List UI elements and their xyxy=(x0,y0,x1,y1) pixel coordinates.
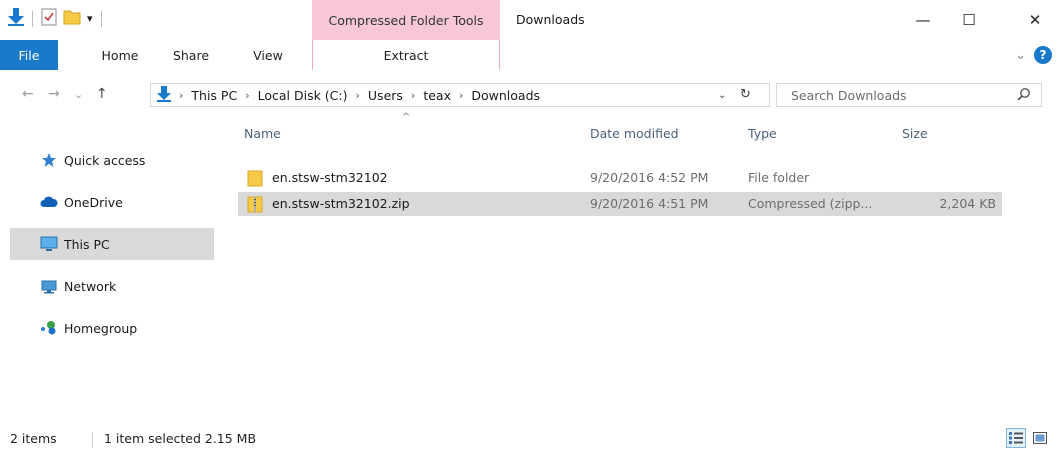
file-name: en.stsw-stm32102.zip xyxy=(272,196,410,211)
nav-item-onedrive[interactable]: OneDrive xyxy=(0,186,214,218)
quick-access-toolbar: ▾ xyxy=(8,8,104,29)
back-button[interactable]: ← xyxy=(22,86,34,102)
breadcrumb-this-pc[interactable]: This PC xyxy=(191,88,237,103)
help-icon[interactable]: ? xyxy=(1034,46,1052,64)
nav-item-label: Quick access xyxy=(64,152,146,168)
column-header-type[interactable]: Type xyxy=(748,126,777,141)
window-title: Downloads xyxy=(516,12,585,27)
qat-dropdown-icon[interactable]: ▾ xyxy=(87,12,93,25)
column-header-date-modified[interactable]: Date modified xyxy=(590,126,679,141)
star-icon xyxy=(40,152,58,168)
up-button[interactable]: ↑ xyxy=(96,86,108,102)
nav-item-label: Network xyxy=(64,278,117,294)
breadcrumb-separator[interactable]: › xyxy=(411,89,415,102)
expand-ribbon-icon[interactable]: ⌄ xyxy=(1015,48,1026,63)
context-tools-label: Compressed Folder Tools xyxy=(312,0,500,40)
properties-icon[interactable] xyxy=(41,8,57,29)
qat-separator xyxy=(100,10,102,27)
download-arrow-icon[interactable] xyxy=(8,8,24,29)
table-row[interactable]: en.stsw-stm32102 9/20/2016 4:52 PM File … xyxy=(238,166,1002,190)
minimize-button[interactable]: — xyxy=(900,0,946,40)
nav-item-this-pc[interactable]: This PC xyxy=(10,228,214,260)
navigation-pane: Quick access OneDrive This PC Network Ho… xyxy=(0,112,220,418)
column-header-size[interactable]: Size xyxy=(902,126,928,141)
breadcrumb-local-disk[interactable]: Local Disk (C:) xyxy=(258,88,348,103)
tab-extract[interactable]: Extract xyxy=(312,40,500,70)
forward-button[interactable]: → xyxy=(48,86,60,102)
file-size: 2,204 KB xyxy=(939,196,996,211)
breadcrumb-users[interactable]: Users xyxy=(368,88,403,103)
nav-item-network[interactable]: Network xyxy=(0,270,214,302)
table-row[interactable]: en.stsw-stm32102.zip 9/20/2016 4:51 PM C… xyxy=(238,192,1002,216)
nav-item-label: This PC xyxy=(64,236,110,252)
large-icons-view-icon[interactable] xyxy=(1030,428,1050,448)
monitor-icon xyxy=(40,236,58,252)
tab-share[interactable]: Share xyxy=(166,40,216,70)
nav-item-quick-access[interactable]: Quick access xyxy=(0,144,214,176)
column-header-name[interactable]: Name xyxy=(244,126,281,141)
homegroup-icon xyxy=(40,320,58,336)
tab-file[interactable]: File xyxy=(0,40,58,70)
refresh-button[interactable]: ↻ xyxy=(740,87,751,102)
address-dropdown-icon[interactable]: ⌄ xyxy=(718,90,726,101)
address-bar[interactable]: › This PC › Local Disk (C:) › Users › te… xyxy=(150,83,770,107)
nav-item-label: OneDrive xyxy=(64,194,123,210)
item-count: 2 items xyxy=(10,431,57,446)
title-bar: ▾ Compressed Folder Tools Downloads — ☐ … xyxy=(0,0,1058,40)
recent-locations-icon[interactable]: ⌄ xyxy=(74,88,83,101)
ribbon-controls: ⌄ ? xyxy=(1015,46,1052,64)
status-separator xyxy=(92,432,93,448)
sort-ascending-icon: ^ xyxy=(402,112,411,123)
search-box[interactable]: Search Downloads xyxy=(776,83,1042,107)
tab-home[interactable]: Home xyxy=(90,40,150,70)
folder-icon xyxy=(246,169,264,187)
details-view-icon[interactable] xyxy=(1006,428,1026,448)
file-type: File folder xyxy=(748,170,810,185)
breadcrumb-separator: › xyxy=(179,88,184,102)
downloads-location-icon xyxy=(157,85,171,105)
nav-item-label: Homegroup xyxy=(64,320,138,336)
search-icon[interactable] xyxy=(1017,87,1031,104)
nav-item-homegroup[interactable]: Homegroup xyxy=(0,312,214,344)
breadcrumb-separator[interactable]: › xyxy=(245,89,249,102)
file-list: ^ Name Date modified Type Size en.stsw-s… xyxy=(238,112,1040,412)
breadcrumb-separator[interactable]: › xyxy=(459,89,463,102)
new-folder-icon[interactable] xyxy=(63,9,81,28)
file-name: en.stsw-stm32102 xyxy=(272,170,388,185)
file-date: 9/20/2016 4:52 PM xyxy=(590,170,709,185)
maximize-button[interactable]: ☐ xyxy=(946,0,992,40)
qat-separator xyxy=(32,10,33,27)
zip-folder-icon xyxy=(246,195,264,213)
breadcrumb-teax[interactable]: teax xyxy=(423,88,451,103)
selection-info: 1 item selected 2.15 MB xyxy=(104,431,257,446)
close-button[interactable]: ✕ xyxy=(1012,0,1058,40)
network-icon xyxy=(40,278,58,294)
ribbon-tabs: File Home Share View Extract xyxy=(0,40,1058,70)
breadcrumb-downloads[interactable]: Downloads xyxy=(471,88,540,103)
status-bar: 2 items 1 item selected 2.15 MB xyxy=(0,424,1058,454)
breadcrumb-separator[interactable]: › xyxy=(356,89,360,102)
search-input[interactable]: Search Downloads xyxy=(791,88,907,103)
file-type: Compressed (zipp... xyxy=(748,196,873,211)
file-date: 9/20/2016 4:51 PM xyxy=(590,196,709,211)
tab-view[interactable]: View xyxy=(244,40,292,70)
cloud-icon xyxy=(40,194,58,210)
navigation-bar: ← → ⌄ ↑ › This PC › Local Disk (C:) › Us… xyxy=(0,78,1058,112)
